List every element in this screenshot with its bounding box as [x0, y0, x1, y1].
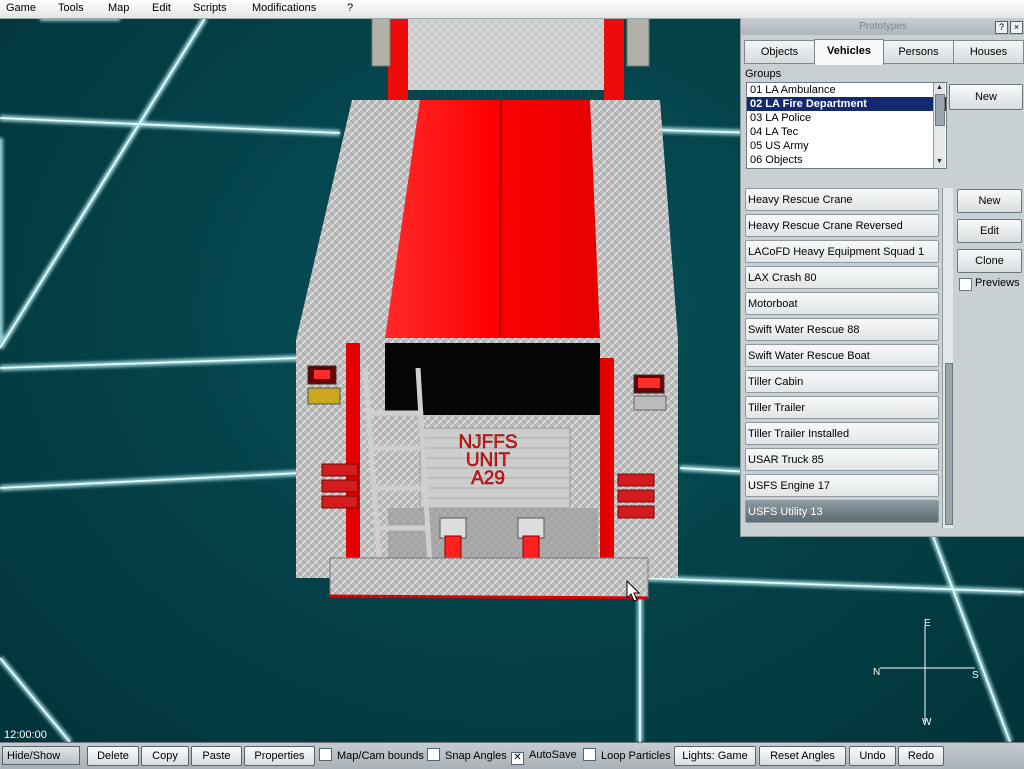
compass-west-label: W [922, 717, 932, 728]
paste-button[interactable]: Paste [191, 746, 242, 766]
vehicle-item[interactable]: LAX Crash 80 [745, 266, 939, 289]
vehicle-item[interactable]: Motorboat [745, 292, 939, 315]
group-item[interactable]: 05 US Army [747, 139, 946, 153]
menu-scripts[interactable]: Scripts [193, 2, 227, 14]
loop-particles-label: Loop Particles [601, 750, 671, 762]
vehicle-item[interactable]: LACoFD Heavy Equipment Squad 1 [745, 240, 939, 263]
group-item-selected[interactable]: 02 LA Fire Department [747, 97, 946, 111]
menu-edit[interactable]: Edit [152, 2, 171, 14]
vehicle-item[interactable]: Heavy Rescue Crane [745, 188, 939, 211]
vehicle-item[interactable]: Tiller Cabin [745, 370, 939, 393]
vehicle-item[interactable]: Tiller Trailer Installed [745, 422, 939, 445]
menu-tools[interactable]: Tools [58, 2, 84, 14]
previews-label: Previews [975, 277, 1020, 289]
new-vehicle-button[interactable]: New [957, 189, 1022, 213]
panel-title: Prototypes [741, 18, 1024, 35]
checkbox-box[interactable] [583, 748, 596, 761]
menu-modifications[interactable]: Modifications [252, 2, 316, 14]
previews-checkbox[interactable] [959, 278, 972, 291]
menu-help[interactable]: ? [347, 2, 353, 14]
compass-east-label: E [924, 618, 931, 629]
autosave-checkbox[interactable]: ✕ AutoSave [511, 748, 577, 765]
compass-south-label: S [972, 670, 979, 681]
delete-button[interactable]: Delete [87, 746, 139, 766]
tab-persons[interactable]: Persons [883, 40, 954, 64]
menu-map[interactable]: Map [108, 2, 129, 14]
vehicle-item[interactable]: USAR Truck 85 [745, 448, 939, 471]
tab-objects[interactable]: Objects [744, 40, 815, 64]
menu-bar: Game Tools Map Edit Scripts Modification… [0, 0, 1024, 19]
vehicle-item[interactable]: Heavy Rescue Crane Reversed [745, 214, 939, 237]
undo-button[interactable]: Undo [849, 746, 896, 766]
tab-houses[interactable]: Houses [953, 40, 1024, 64]
vehicle-text-line3: A29 [471, 468, 505, 489]
group-item[interactable]: 04 LA Tec [747, 125, 946, 139]
vehicles-scrollbar[interactable] [942, 188, 953, 528]
scroll-thumb[interactable] [935, 94, 945, 126]
fire-truck[interactable] [296, 18, 678, 600]
groups-scrollbar[interactable]: ▲ ▼ [933, 83, 945, 168]
game-clock: 12:00:00 [4, 729, 47, 741]
vehicles-list[interactable]: Heavy Rescue Crane Heavy Rescue Crane Re… [745, 188, 941, 530]
hide-show-button[interactable]: Hide/Show [2, 746, 80, 765]
scroll-up-icon[interactable]: ▲ [934, 83, 945, 93]
snap-angles-checkbox[interactable]: Snap Angles [427, 748, 507, 762]
vehicle-item[interactable]: USFS Engine 17 [745, 474, 939, 497]
reset-angles-button[interactable]: Reset Angles [759, 746, 846, 766]
groups-label: Groups [745, 68, 782, 80]
groups-list[interactable]: 01 LA Ambulance 02 LA Fire Department 03… [746, 82, 947, 169]
map-cam-bounds-label: Map/Cam bounds [337, 750, 424, 762]
edit-vehicle-button[interactable]: Edit [957, 219, 1022, 243]
tab-vehicles[interactable]: Vehicles [814, 39, 884, 65]
lights-button[interactable]: Lights: Game [674, 746, 756, 766]
bottom-toolbar: Hide/Show Delete Copy Paste Properties M… [0, 742, 1024, 769]
prototypes-panel: Prototypes ? × Objects Vehicles Persons … [740, 18, 1024, 537]
vehicle-item[interactable]: Swift Water Rescue 88 [745, 318, 939, 341]
snap-angles-label: Snap Angles [445, 750, 507, 762]
copy-button[interactable]: Copy [141, 746, 189, 766]
group-item[interactable]: 01 LA Ambulance [747, 83, 946, 97]
redo-button[interactable]: Redo [898, 746, 944, 766]
checkbox-box[interactable] [427, 748, 440, 761]
map-cam-bounds-checkbox[interactable]: Map/Cam bounds [319, 748, 424, 762]
vehicle-item-selected[interactable]: USFS Utility 13 [745, 500, 939, 523]
close-icon[interactable]: × [1010, 21, 1023, 34]
menu-game[interactable]: Game [6, 2, 36, 14]
help-button[interactable]: ? [995, 21, 1008, 34]
compass: E N S W [870, 618, 980, 732]
autosave-label: AutoSave [529, 749, 577, 761]
properties-button[interactable]: Properties [244, 746, 315, 766]
scroll-down-icon[interactable]: ▼ [934, 157, 945, 167]
checkbox-box[interactable] [319, 748, 332, 761]
new-group-button[interactable]: New [949, 84, 1023, 110]
compass-north-label: N [873, 667, 881, 678]
vehicles-scroll-thumb[interactable] [945, 363, 953, 525]
clone-vehicle-button[interactable]: Clone [957, 249, 1022, 273]
vehicle-item[interactable]: Swift Water Rescue Boat [745, 344, 939, 367]
group-item[interactable]: 03 LA Police [747, 111, 946, 125]
group-item[interactable]: 06 Objects [747, 153, 946, 167]
vehicle-item[interactable]: Tiller Trailer [745, 396, 939, 419]
checkbox-checked-icon[interactable]: ✕ [511, 752, 524, 765]
loop-particles-checkbox[interactable]: Loop Particles [583, 748, 671, 762]
